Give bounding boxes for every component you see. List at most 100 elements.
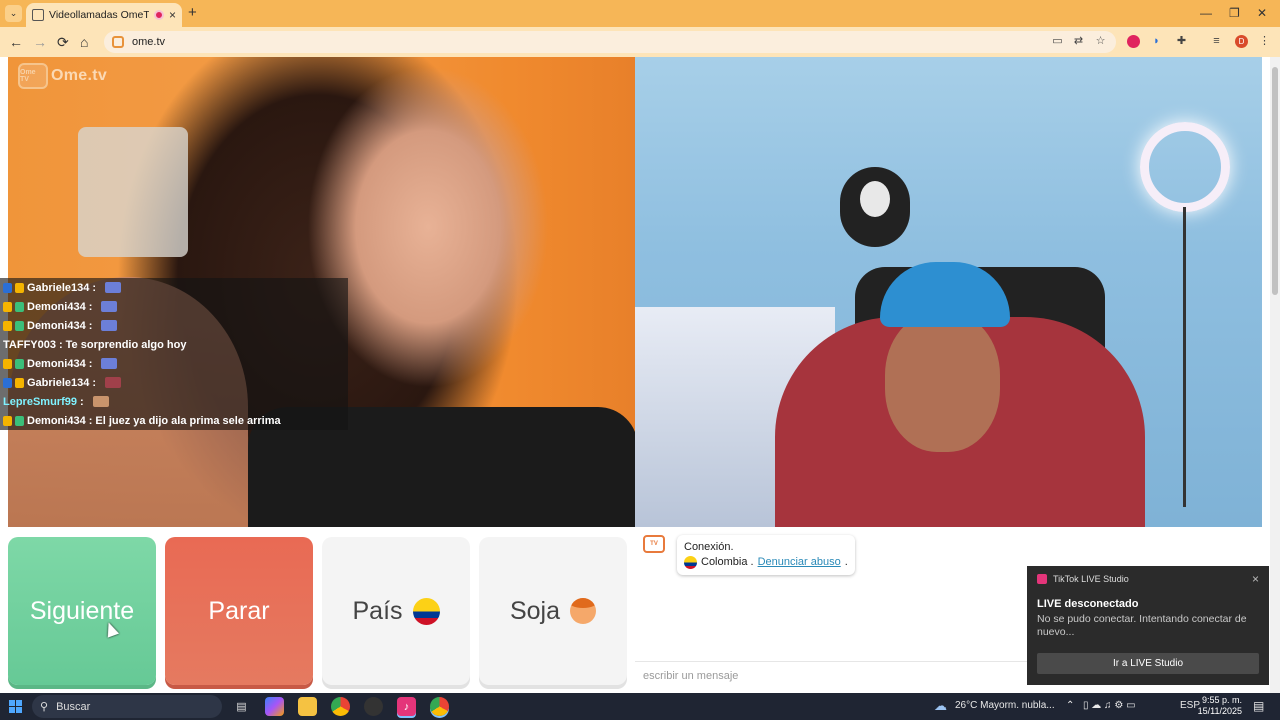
chat-username[interactable]: TAFFY003 (3, 339, 56, 351)
user-badge-icon (15, 377, 24, 388)
page-scrollbar[interactable] (1270, 57, 1280, 693)
url-text: ome.tv (132, 36, 166, 48)
media-controls-icon[interactable]: ≡ (1210, 35, 1223, 48)
scrollbar-thumb[interactable] (1272, 67, 1278, 295)
report-abuse-link[interactable]: Denunciar abuso (758, 555, 841, 570)
open-live-studio-button[interactable]: Ir a LIVE Studio (1037, 653, 1259, 674)
chat-text: El juez ya dijo ala prima sele arrima (95, 414, 281, 427)
chat-separator: : (88, 300, 93, 313)
tray-icons[interactable]: ▯ ☁ ♫ ⚙ ▭ (1083, 700, 1136, 711)
obs-icon[interactable] (364, 697, 383, 716)
colombia-flag-icon (412, 597, 440, 625)
user-badge-icon (3, 358, 12, 369)
search-icon: ⚲ (40, 701, 49, 713)
user-badge-icon (15, 415, 24, 426)
tray-chevron-icon[interactable]: ⌃ (1066, 700, 1074, 711)
extensions-puzzle-icon[interactable]: ✚ (1175, 35, 1188, 48)
tab-strip: ⌄ Videollamadas OmeTV — A × + — ❐ ✕ (0, 0, 1280, 27)
copilot-icon[interactable] (265, 697, 284, 716)
user-badge-icon (3, 320, 12, 331)
notification-title: LIVE desconectado (1037, 598, 1139, 610)
video-face (885, 312, 1000, 452)
clock[interactable]: 9:55 p. m. 15/11/2025 (1196, 695, 1242, 717)
new-tab-button[interactable]: + (188, 5, 197, 20)
chat-message: Demoni434 : El juez ya dijo ala prima se… (0, 411, 348, 430)
user-badge-icon (3, 282, 12, 293)
next-label: Siguiente (29, 596, 135, 625)
chat-separator: : (88, 357, 93, 370)
gender-filter-button[interactable]: Soja (479, 537, 627, 685)
report-suffix: . (844, 556, 848, 568)
user-badge-icon (3, 377, 12, 388)
system-message: Conexión. Colombia . Denunciar abuso. (677, 535, 855, 575)
install-app-icon[interactable]: ▭ (1051, 35, 1064, 48)
clock-time: 9:55 p. m. (1201, 695, 1242, 705)
user-badge-icon (15, 282, 24, 293)
task-view-icon[interactable]: ▤ (232, 697, 251, 716)
extension-abp-icon[interactable] (1127, 35, 1140, 48)
weather-text[interactable]: 26°C Mayorm. nubla... (955, 700, 1055, 711)
chat-username[interactable]: Gabriele134 (27, 282, 89, 294)
ring-light-stand (1183, 207, 1186, 507)
chat-separator: : (92, 376, 97, 389)
chat-username[interactable]: Demoni434 (27, 320, 86, 332)
site-info-icon[interactable] (112, 36, 124, 48)
next-button[interactable]: Siguiente (8, 537, 156, 685)
notification-close-button[interactable]: × (1252, 572, 1259, 586)
restore-button[interactable]: ❐ (1229, 6, 1240, 20)
chat-username[interactable]: Demoni434 (27, 415, 86, 427)
window-close-button[interactable]: ✕ (1257, 6, 1267, 20)
tab-favicon-icon (32, 9, 44, 21)
profile-avatar[interactable]: D (1235, 35, 1248, 48)
taskbar-search[interactable]: ⚲ Buscar (32, 695, 222, 718)
user-badge-icon (15, 358, 24, 369)
menu-kebab-icon[interactable]: ⋮ (1258, 35, 1271, 48)
ometv-logo[interactable]: Ome TV Ome.tv (18, 63, 107, 89)
windows-start-icon[interactable] (9, 700, 22, 713)
chat-username[interactable]: LepreSmurf99 (3, 396, 77, 408)
chat-username[interactable]: Demoni434 (27, 301, 86, 313)
stop-button[interactable]: Parar (165, 537, 313, 685)
tiktok-live-notification: TikTok LIVE Studio × LIVE desconectado N… (1027, 566, 1269, 685)
tab-close-button[interactable]: × (169, 8, 176, 22)
country-label: País (352, 596, 403, 625)
country-filter-button[interactable]: País (322, 537, 470, 685)
ometv-tv-icon: TV (643, 535, 665, 553)
live-chat-overlay: Gabriele134 : Demoni434 : Demoni434 : TAFFY… (0, 278, 348, 430)
chat-username[interactable]: Demoni434 (27, 358, 86, 370)
address-bar[interactable]: ome.tv (104, 31, 1116, 53)
minimize-button[interactable]: — (1200, 6, 1212, 20)
gift-icon (101, 320, 118, 331)
tiktok-live-studio-icon[interactable]: ♪ (397, 697, 416, 716)
back-button[interactable]: ← (9, 34, 23, 50)
chat-separator: : (58, 338, 63, 351)
taskbar-search-label: Buscar (56, 700, 91, 713)
ometv-logo-icon: Ome TV (18, 63, 48, 89)
chat-message: LepreSmurf99 : (0, 392, 348, 411)
video-skull-decoration (840, 167, 910, 247)
chat-message: TAFFY003 : Te sorprendio algo hoy (0, 335, 348, 354)
chat-text: Te sorprendio algo hoy (65, 338, 187, 351)
chat-separator: : (88, 414, 93, 427)
bookmark-star-icon[interactable]: ☆ (1094, 35, 1107, 48)
stop-label: Parar (208, 596, 270, 625)
browser-tab[interactable]: Videollamadas OmeTV — A × (26, 3, 182, 27)
notification-center-icon[interactable]: ▤ (1253, 699, 1264, 713)
chat-username[interactable]: Gabriele134 (27, 377, 89, 389)
user-badge-icon (15, 320, 24, 331)
translate-icon[interactable]: ⇄ (1072, 35, 1085, 48)
forward-button[interactable]: → (33, 34, 47, 50)
tab-search-button[interactable]: ⌄ (5, 5, 22, 22)
chrome-active-icon[interactable] (430, 697, 449, 716)
home-button[interactable]: ⌂ (80, 34, 88, 50)
tab-title: Videollamadas OmeTV — A (49, 9, 149, 21)
file-explorer-icon[interactable] (298, 697, 317, 716)
chat-message: Gabriele134 : (0, 373, 348, 392)
chat-message: Demoni434 : (0, 354, 348, 373)
extension-audio-icon[interactable]: ◗ (1150, 35, 1163, 48)
gift-icon (101, 301, 118, 312)
clock-date: 15/11/2025 (1197, 706, 1242, 716)
chrome-icon[interactable] (331, 697, 350, 716)
reload-button[interactable]: ⟳ (57, 34, 69, 50)
user-badge-icon (15, 301, 24, 312)
